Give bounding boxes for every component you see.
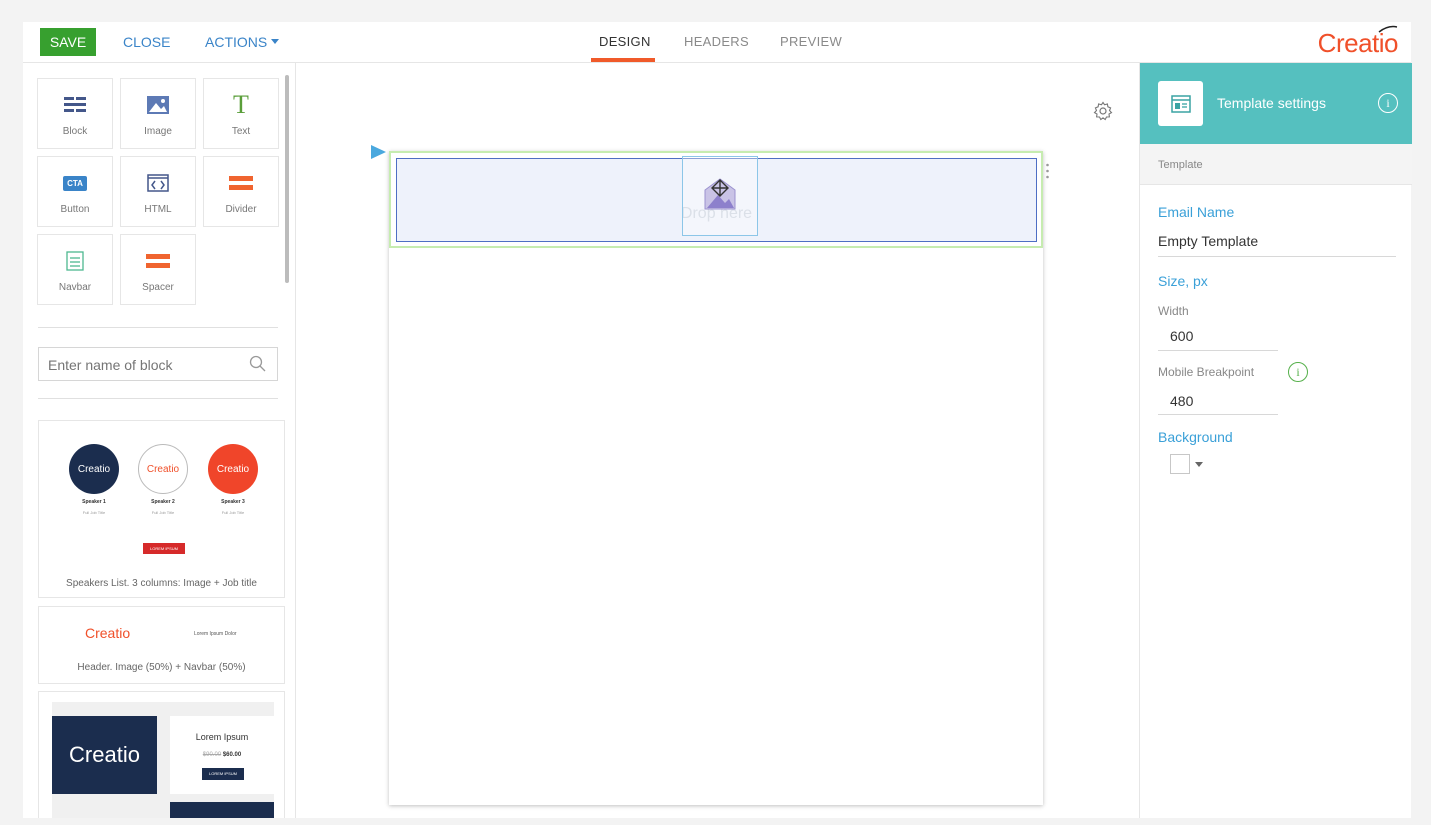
divider — [38, 398, 278, 399]
chevron-down-icon[interactable] — [1195, 462, 1203, 467]
speaker-avatar: Creatio — [69, 444, 119, 494]
product-title: Lorem Ipsum — [195, 732, 249, 742]
template-logo: Creatio — [52, 716, 157, 794]
template-card-speakers[interactable]: Creatio Creatio Creatio Speaker 1 Speake… — [38, 420, 285, 598]
email-body[interactable] — [389, 151, 1043, 805]
block-tile-label: Block — [62, 126, 88, 137]
settings-panel: Template settings i Template Email Name … — [1139, 63, 1412, 818]
block-tile-image[interactable]: Image — [120, 78, 196, 149]
dragged-image-block[interactable] — [682, 156, 758, 236]
background-color-swatch[interactable] — [1170, 454, 1190, 474]
mobile-breakpoint-label: Mobile Breakpoint — [1158, 365, 1255, 379]
email-designer-app: SAVE CLOSE ACTIONS DESIGN HEADERS PREVIE… — [23, 22, 1412, 818]
block-tile-label: HTML — [144, 204, 172, 215]
actions-menu-button[interactable]: ACTIONS — [205, 28, 280, 56]
template-nav: Lorem Ipsum Dolor — [194, 631, 237, 637]
product-footer — [170, 802, 274, 818]
email-name-label: Email Name — [1158, 204, 1235, 220]
width-field[interactable]: 600 — [1170, 328, 1193, 344]
block-tile-label: Button — [60, 204, 90, 215]
block-search-input[interactable] — [48, 355, 238, 375]
tab-preview[interactable]: PREVIEW — [780, 22, 842, 63]
template-settings-icon — [1158, 81, 1203, 126]
info-icon[interactable]: i — [1288, 362, 1308, 382]
html-icon — [121, 171, 195, 195]
speaker-name: Speaker 3 — [221, 499, 245, 505]
block-tile-spacer[interactable]: Spacer — [120, 234, 196, 305]
cta-button-icon: CTA — [38, 171, 112, 195]
block-tile-label: Divider — [225, 204, 257, 215]
image-placeholder-icon — [704, 178, 736, 210]
block-tile-navbar[interactable]: Navbar — [37, 234, 113, 305]
image-icon — [121, 93, 195, 117]
background-label: Background — [1158, 429, 1233, 445]
speaker-job: Full Job Title — [151, 510, 175, 515]
block-search — [38, 347, 278, 381]
row-handle-icon[interactable] — [1046, 163, 1049, 179]
field-underline — [1158, 350, 1278, 351]
block-tile-button[interactable]: CTA Button — [37, 156, 113, 227]
email-name-field[interactable]: Empty Template — [1158, 233, 1258, 249]
tab-design[interactable]: DESIGN — [599, 22, 651, 63]
width-label: Width — [1158, 304, 1189, 318]
speaker-name: Speaker 1 — [82, 499, 106, 505]
speaker-avatar: Creatio — [138, 444, 188, 494]
divider — [38, 327, 278, 328]
settings-section-header: Template — [1140, 144, 1412, 185]
speaker-avatar: Creatio — [208, 444, 258, 494]
divider-icon — [204, 171, 278, 195]
text-icon: T — [233, 90, 249, 119]
product-price: $90.00 $60.00 — [202, 752, 242, 758]
lorem-ipsum-button: LOREM IPSUM — [202, 768, 244, 780]
block-tile-label: Text — [231, 126, 251, 137]
blocks-scrollbar[interactable] — [285, 75, 289, 283]
settings-header: Template settings i — [1140, 63, 1412, 144]
template-caption: Speakers List. 3 columns: Image + Job ti… — [66, 578, 257, 589]
block-tile-text[interactable]: T Text — [203, 78, 279, 149]
spacer-icon — [121, 249, 195, 273]
lorem-ipsum-button: LOREM IPSUM — [143, 543, 185, 554]
template-card-product[interactable]: Creatio Lorem Ipsum $90.00 $60.00 LOREM … — [38, 691, 285, 818]
block-tile-label: Spacer — [142, 282, 174, 293]
drop-zone[interactable]: Drop here — [396, 156, 1037, 242]
block-tile-label: Image — [144, 126, 172, 137]
block-tile-html[interactable]: HTML — [120, 156, 196, 227]
search-icon[interactable] — [249, 355, 267, 373]
mobile-breakpoint-field[interactable]: 480 — [1170, 393, 1193, 409]
chevron-down-icon — [271, 39, 280, 45]
template-caption: Header. Image (50%) + Navbar (50%) — [77, 662, 246, 673]
gear-icon[interactable] — [1093, 101, 1113, 121]
row-marker-icon — [371, 145, 386, 159]
tab-headers[interactable]: HEADERS — [684, 22, 749, 63]
design-canvas[interactable]: Drop here — [297, 63, 1139, 818]
info-icon[interactable]: i — [1378, 93, 1398, 113]
block-icon — [38, 93, 112, 117]
top-toolbar: SAVE CLOSE ACTIONS DESIGN HEADERS PREVIE… — [23, 22, 1411, 63]
size-label: Size, px — [1158, 273, 1208, 289]
section-title: Template — [1158, 159, 1203, 171]
block-tile-divider[interactable]: Divider — [203, 156, 279, 227]
template-card-header[interactable]: Creatio Lorem Ipsum Dolor Header. Image … — [38, 606, 285, 684]
speaker-job: Full Job Title — [82, 510, 106, 515]
settings-title: Template settings — [1217, 95, 1326, 111]
block-tile-block[interactable]: Block — [37, 78, 113, 149]
navbar-icon — [38, 249, 112, 273]
active-tab-indicator — [591, 58, 655, 62]
close-button[interactable]: CLOSE — [123, 28, 170, 56]
speaker-name: Speaker 2 — [151, 499, 175, 505]
blocks-panel: Block Image T Text CTA Button HTML Divid… — [23, 63, 296, 818]
actions-label: ACTIONS — [205, 34, 268, 50]
logo-swoosh-icon — [1378, 25, 1398, 33]
field-underline — [1158, 256, 1396, 257]
email-row[interactable]: Drop here — [389, 151, 1043, 248]
field-underline — [1158, 414, 1278, 415]
speaker-job: Full Job Title — [221, 510, 245, 515]
save-button[interactable]: SAVE — [40, 28, 96, 56]
block-tile-label: Navbar — [58, 282, 92, 293]
template-logo: Creatio — [85, 625, 131, 641]
